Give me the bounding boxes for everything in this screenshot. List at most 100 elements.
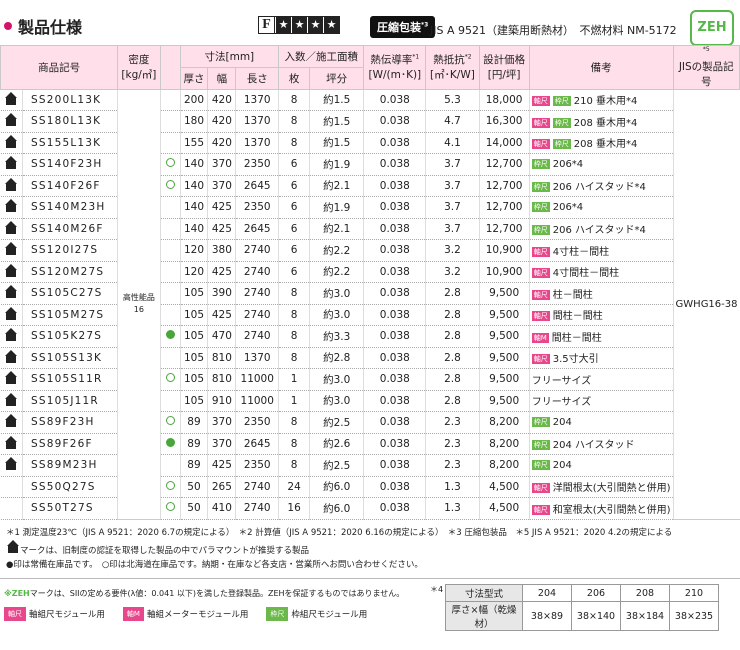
cell-w: 425	[207, 304, 236, 326]
cell-p: 8,200	[478, 433, 530, 455]
hokkaido-stock-icon	[165, 373, 175, 383]
cell-a: 約3.0	[309, 368, 364, 391]
cell-r: 2.3	[425, 454, 480, 477]
cell-t: 140	[179, 218, 208, 240]
col-dimensions: 寸法[mm]	[179, 45, 280, 68]
recommend-cell	[0, 282, 23, 305]
cell-r: 1.3	[425, 497, 480, 520]
cell-r: 3.7	[425, 196, 480, 219]
product-code: SS140F26F	[21, 175, 118, 197]
cell-p: 12,700	[478, 196, 530, 219]
cell-n: 8	[278, 282, 310, 305]
house-icon	[4, 220, 18, 234]
cell-t: 200	[179, 89, 208, 111]
module-tag: 軸尺	[531, 246, 550, 257]
product-code: SS105K27S	[21, 325, 118, 348]
cell-p: 12,700	[478, 175, 530, 197]
cell-w: 370	[207, 153, 236, 176]
cell-w: 380	[207, 239, 236, 262]
star-icon: ★	[291, 17, 307, 33]
module-tag: 軸尺	[531, 117, 550, 128]
cell-n: 24	[278, 476, 310, 498]
recommend-cell	[0, 325, 23, 348]
product-code: SS120M27S	[21, 261, 118, 283]
module-tag: 軸尺	[531, 96, 550, 107]
lumber-size-table: 寸法型式 204 206 208 210 厚さ×幅（乾燥材） 38×89 38×…	[445, 584, 719, 631]
house-icon	[4, 156, 18, 170]
table-row: SS140F23H 140 370 2350 6 約1.9 0.038 3.7 12,700 枠尺…	[0, 153, 740, 176]
module-tag: 枠尺	[531, 182, 550, 193]
cell-k: 0.038	[363, 132, 426, 154]
remarks-cell: 枠尺 204	[528, 411, 674, 434]
cell-r: 2.8	[425, 325, 480, 348]
stock-mark	[159, 325, 181, 348]
table-row: SS105M27S 105 425 2740 8 約3.0 0.038 2.8 9,500 軸尺間…	[0, 304, 740, 326]
page-title: 製品仕様	[4, 14, 82, 38]
stock-mark	[159, 175, 181, 197]
stock-mark	[159, 110, 181, 133]
product-code: SS50Q27S	[21, 476, 118, 498]
star-icon: ★	[275, 17, 291, 33]
cell-p: 4,500	[478, 476, 530, 498]
product-code: SS180L13K	[21, 110, 118, 133]
cell-n: 6	[278, 196, 310, 219]
cell-t: 89	[179, 433, 208, 455]
cell-l: 2740	[235, 497, 279, 520]
recommend-cell	[0, 196, 23, 219]
cell-p: 9,500	[478, 347, 530, 369]
house-icon	[4, 285, 18, 299]
cell-t: 105	[179, 282, 208, 305]
cell-r: 4.7	[425, 110, 480, 133]
star-icon: ★	[323, 17, 339, 33]
cell-a: 約6.0	[309, 497, 364, 520]
cell-a: 約2.2	[309, 239, 364, 262]
cell-k: 0.038	[363, 110, 426, 133]
cell-n: 1	[278, 390, 310, 412]
remarks-cell: 軸尺 和室根太(大引間熱と併用)	[528, 497, 674, 520]
cell-k: 0.038	[363, 153, 426, 176]
density-value: 高性能品 16	[117, 89, 161, 520]
cell-t: 105	[179, 325, 208, 348]
cell-l: 2740	[235, 261, 279, 283]
cell-l: 2350	[235, 454, 279, 477]
cell-k: 0.038	[363, 239, 426, 262]
table-row: SS105S13K 105 810 1370 8 約2.8 0.038 2.8 9,500 軸尺 3…	[0, 347, 740, 369]
cell-p: 4,500	[478, 497, 530, 520]
module-tag: 軸尺	[531, 289, 550, 300]
cell-w: 390	[207, 282, 236, 305]
page-header: 製品仕様 F ★ ★ ★ ★ 圧縮包装*3 JIS A 9521（建築用断熱材）…	[0, 8, 740, 46]
col-density: 密度 [kg/㎥]	[117, 45, 161, 90]
cell-t: 50	[179, 476, 208, 498]
col-remarks: 備考	[528, 45, 674, 90]
house-icon	[4, 371, 18, 385]
module-tag: 枠尺	[531, 158, 550, 169]
cell-a: 約3.0	[309, 304, 364, 326]
cell-k: 0.038	[363, 497, 426, 520]
zeh-logo: ZEH	[690, 10, 734, 46]
cell-w: 370	[207, 175, 236, 197]
stock-mark	[159, 368, 181, 391]
fire-rating-badge: F ★ ★ ★ ★	[258, 16, 340, 34]
remarks-cell: 軸尺 4寸柱－間柱	[528, 239, 674, 262]
cell-k: 0.038	[363, 476, 426, 498]
stock-mark	[159, 196, 181, 219]
cell-a: 約1.5	[309, 110, 364, 133]
cell-n: 8	[278, 304, 310, 326]
col-quantity: 入数／施工面積	[278, 45, 365, 68]
cell-w: 410	[207, 497, 236, 520]
col-resistance: 熱抵抗*2 [㎡･K/W]	[425, 45, 480, 90]
regular-stock-icon	[165, 330, 175, 340]
table-row: SS105K27S 105 470 2740 8 約3.3 0.038 2.8 9,500 軸M 間…	[0, 325, 740, 348]
table-row: SS180L13K 180 420 1370 8 約1.5 0.038 4.7 16,300 軸尺…	[0, 110, 740, 133]
cell-t: 140	[179, 153, 208, 176]
stock-mark	[159, 347, 181, 369]
cell-n: 8	[278, 347, 310, 369]
house-icon	[4, 349, 18, 363]
stock-mark	[159, 282, 181, 305]
module-tag: 枠尺	[531, 440, 550, 451]
recommend-cell	[0, 110, 23, 133]
cell-l: 1370	[235, 347, 279, 369]
cell-t: 180	[179, 110, 208, 133]
cell-n: 8	[278, 411, 310, 434]
cell-k: 0.038	[363, 304, 426, 326]
